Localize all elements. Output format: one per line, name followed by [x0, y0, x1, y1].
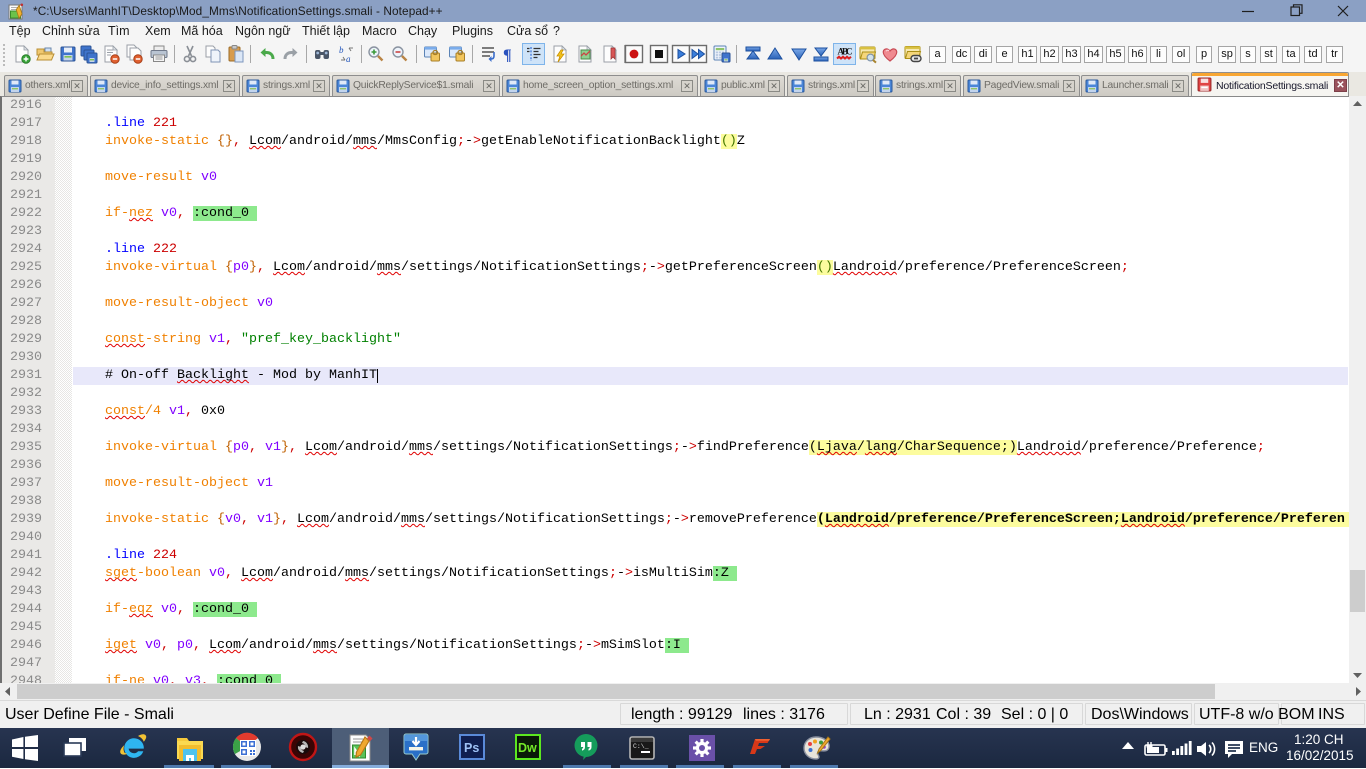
svg-text:Ps: Ps [464, 741, 479, 755]
svg-text:C:\_: C:\_ [633, 743, 649, 750]
svg-text:Dw: Dw [518, 741, 537, 755]
